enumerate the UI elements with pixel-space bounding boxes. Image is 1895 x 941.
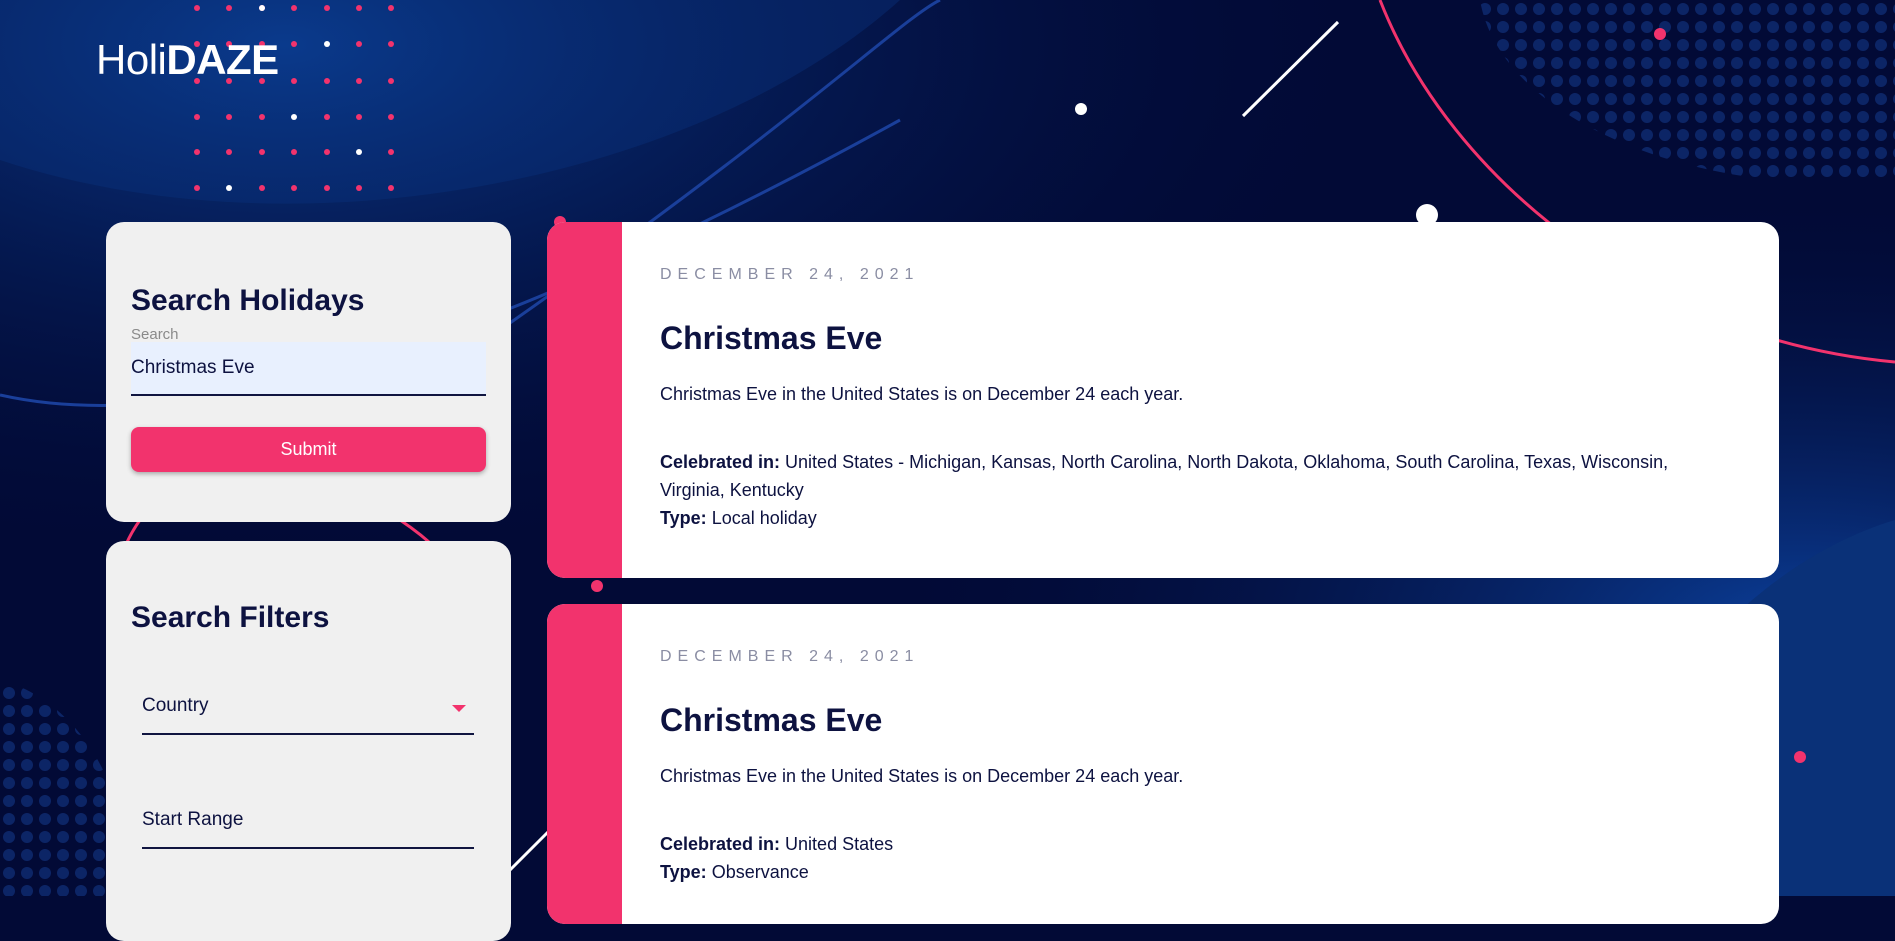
holiday-celebrated-in: Celebrated in: United States (660, 830, 1679, 858)
holiday-name: Christmas Eve (660, 702, 883, 738)
submit-button[interactable]: Submit (131, 427, 486, 472)
card-accent-stripe (547, 222, 622, 578)
holiday-date: DECEMBER 24, 2021 (660, 266, 920, 283)
celebrated-in-label: Celebrated in: (660, 834, 781, 854)
app-logo[interactable]: HoliDAZE (96, 36, 279, 84)
holiday-description: Christmas Eve in the United States is on… (660, 384, 1184, 404)
type-label: Type: (660, 508, 707, 528)
holiday-name: Christmas Eve (660, 320, 883, 356)
start-range-label: Start Range (142, 809, 244, 830)
search-holidays-panel: Search Holidays Search Submit (106, 222, 511, 522)
holiday-type: Type: Observance (660, 862, 809, 883)
logo-text-bold: DAZE (166, 36, 279, 83)
type-label: Type: (660, 862, 707, 882)
search-filters-panel: Search Filters Country Start Range (106, 541, 511, 941)
holiday-celebrated-in: Celebrated in: United States - Michigan,… (660, 448, 1679, 504)
search-panel-title: Search Holidays (131, 284, 365, 317)
card-accent-stripe (547, 604, 622, 924)
start-range-field[interactable]: Start Range (142, 803, 474, 849)
celebrated-in-label: Celebrated in: (660, 452, 781, 472)
caret-down-icon (452, 705, 466, 712)
holiday-description: Christmas Eve in the United States is on… (660, 766, 1184, 786)
holiday-result-card: DECEMBER 24, 2021 Christmas Eve Christma… (547, 604, 1779, 924)
filters-panel-title: Search Filters (131, 601, 330, 634)
type-value: Observance (711, 862, 809, 882)
country-select-label: Country (142, 695, 209, 716)
logo-text-light: Holi (96, 36, 167, 83)
celebrated-in-value: United States (785, 834, 894, 854)
search-input[interactable] (131, 342, 486, 396)
holiday-result-card: DECEMBER 24, 2021 Christmas Eve Christma… (547, 222, 1779, 578)
country-select[interactable]: Country (142, 689, 474, 735)
holiday-date: DECEMBER 24, 2021 (660, 648, 920, 665)
search-field-label: Search (131, 326, 179, 343)
type-value: Local holiday (711, 508, 817, 528)
holiday-type: Type: Local holiday (660, 508, 817, 529)
celebrated-in-value: United States - Michigan, Kansas, North … (660, 452, 1669, 500)
